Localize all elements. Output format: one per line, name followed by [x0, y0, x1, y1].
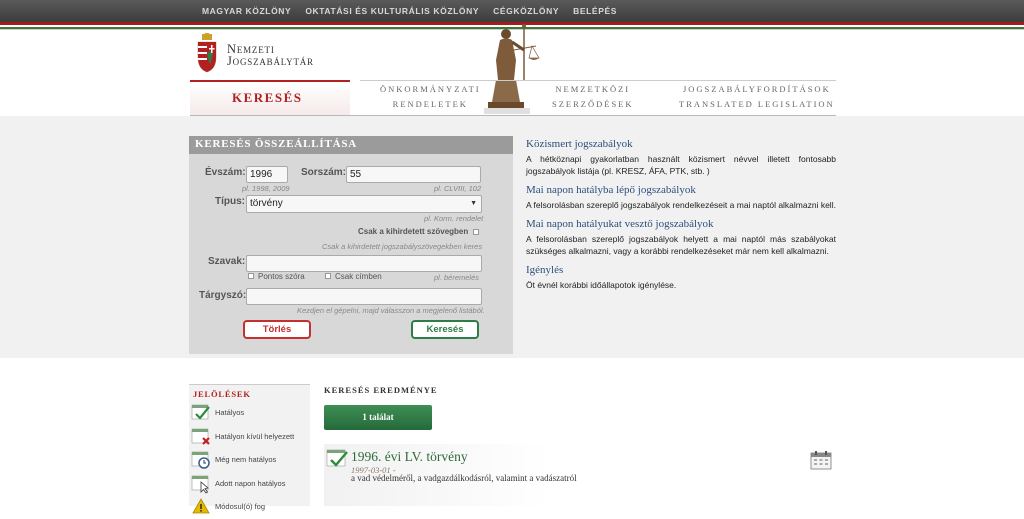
number-input[interactable]: 55	[346, 166, 481, 183]
search-form-header: KERESÉS ÖSSZEÁLLÍTÁSA	[189, 136, 513, 154]
subject-hint: Kezdjen el gépelni, majd válasszon a meg…	[297, 306, 485, 315]
search-form: KERESÉS ÖSSZEÁLLÍTÁSA Évszám: 1996 pl. 1…	[189, 136, 513, 354]
link-expiring-today[interactable]: Mai napon hatályukat vesztő jogszabályok	[526, 218, 836, 230]
type-select[interactable]: törvény ▼	[246, 195, 482, 213]
legend-label-not-yet-in-force: Még nem hatályos	[215, 455, 277, 464]
dropdown-caret-icon: ▼	[470, 200, 477, 207]
link-well-known-laws[interactable]: Közismert jogszabályok	[526, 138, 836, 150]
number-label: Sorszám:	[301, 167, 347, 178]
type-label: Típus:	[215, 196, 245, 207]
request-text: Öt évnél korábbi időállapotok igénylése.	[526, 280, 677, 290]
clear-button[interactable]: Törlés	[243, 320, 311, 339]
result-description: a vad védelméről, a vadgazdálkodásról, v…	[351, 473, 577, 483]
nav-magyar-kozlony[interactable]: MAGYAR KÖZLÖNY	[202, 6, 291, 16]
type-hint: pl. Korm. rendelet	[424, 214, 484, 223]
warning-icon	[192, 498, 210, 514]
main-tabs: KERESÉS ÖNKORMÁNYZATI RENDELETEK NEMZETK…	[190, 80, 836, 122]
nav-oktatasi-kozlony[interactable]: OKTATÁSI ÉS KULTURÁLIS KÖZLÖNY	[305, 6, 479, 16]
subject-input[interactable]	[246, 288, 482, 305]
legend-item-in-force-on-date: Adott napon hatályos	[191, 474, 309, 496]
in-force-icon	[326, 449, 348, 467]
tab-international-treaties[interactable]: NEMZETKÖZI SZERZŐDÉSEK	[552, 82, 634, 112]
repealed-icon	[191, 428, 210, 445]
year-label: Évszám:	[205, 167, 246, 178]
well-known-laws-text: A hétköznapi gyakorlatban használt közis…	[526, 154, 836, 176]
expiring-today-text: A felsorolásban szereplő jogszabályok he…	[526, 234, 836, 256]
year-input[interactable]: 1996	[246, 166, 288, 183]
top-navigation-bar: MAGYAR KÖZLÖNY OKTATÁSI ÉS KULTURÁLIS KÖ…	[0, 0, 1024, 22]
info-panel: Közismert jogszabályok A hétköznapi gyak…	[526, 138, 836, 291]
words-label: Szavak:	[208, 256, 246, 267]
result-title-link[interactable]: 1996. évi LV. törvény	[351, 449, 468, 465]
words-hint: pl. béremelés	[434, 273, 480, 282]
calendar-cursor-icon	[191, 475, 209, 494]
legend-panel: JELÖLÉSEK Hatályos Hatályon kívül helyez…	[189, 384, 310, 514]
legend-item-not-yet-in-force: Még nem hatályos	[191, 450, 309, 472]
link-entering-into-force-today[interactable]: Mai napon hatályba lépő jogszabályok	[526, 184, 836, 196]
number-hint: pl. CLVIII, 102	[434, 184, 482, 193]
tab-search[interactable]: KERESÉS	[190, 80, 350, 122]
subject-label: Tárgyszó:	[199, 290, 247, 301]
coat-of-arms-icon	[197, 33, 217, 73]
only-promulgated-checkbox[interactable]	[473, 229, 479, 235]
only-promulgated-hint: Csak a kihirdetett jogszabályszövegekben…	[322, 242, 483, 251]
type-select-value: törvény	[250, 198, 283, 209]
legend-label-will-change: Módosul(ó) fog	[215, 502, 266, 511]
legend-label-in-force: Hatályos	[215, 408, 245, 417]
entering-into-force-text: A felsorolásban szereplő jogszabályok re…	[526, 200, 836, 210]
legend-label-repealed: Hatályon kívül helyezett	[215, 432, 295, 441]
tab-translated-legislation[interactable]: JOGSZABÁLYFORDÍTÁSOK TRANSLATED LEGISLAT…	[679, 82, 835, 112]
link-request[interactable]: Igénylés	[526, 264, 836, 276]
results-title: KERESÉS EREDMÉNYE	[324, 385, 438, 395]
tab-search-label: KERESÉS	[232, 90, 303, 105]
site-logo[interactable]: Nemzeti Jogszabálytár	[196, 33, 326, 75]
only-promulgated-label: Csak a kihirdetett szövegben	[358, 227, 469, 236]
legend-item-will-change: Módosul(ó) fog	[191, 497, 309, 519]
title-only-label: Csak címben	[335, 272, 382, 281]
legend-item-in-force: Hatályos	[191, 403, 309, 425]
clock-icon	[191, 451, 210, 469]
result-count-badge[interactable]: 1 találat	[324, 405, 432, 430]
legend-item-repealed: Hatályon kívül helyezett	[191, 427, 309, 449]
nav-login[interactable]: BELÉPÉS	[573, 6, 617, 16]
in-force-icon	[191, 404, 210, 420]
legend-label-in-force-on-date: Adott napon hatályos	[215, 479, 286, 488]
year-hint: pl. 1998, 2009	[242, 184, 290, 193]
title-only-checkbox[interactable]	[325, 273, 331, 279]
exact-word-checkbox[interactable]	[248, 273, 254, 279]
nav-cegkozlony[interactable]: CÉGKÖZLÖNY	[493, 6, 559, 16]
logo-text-line2: Jogszabálytár	[227, 54, 314, 68]
search-button[interactable]: Keresés	[411, 320, 479, 339]
calendar-icon[interactable]	[810, 450, 832, 470]
words-input[interactable]	[246, 255, 482, 272]
result-item[interactable]: 1996. évi LV. törvény 1997-03-01 - a vad…	[324, 444, 824, 506]
legend-title: JELÖLÉSEK	[193, 389, 251, 399]
tab-local-regulations[interactable]: ÖNKORMÁNYZATI RENDELETEK	[380, 82, 481, 112]
exact-word-label: Pontos szóra	[258, 272, 305, 281]
